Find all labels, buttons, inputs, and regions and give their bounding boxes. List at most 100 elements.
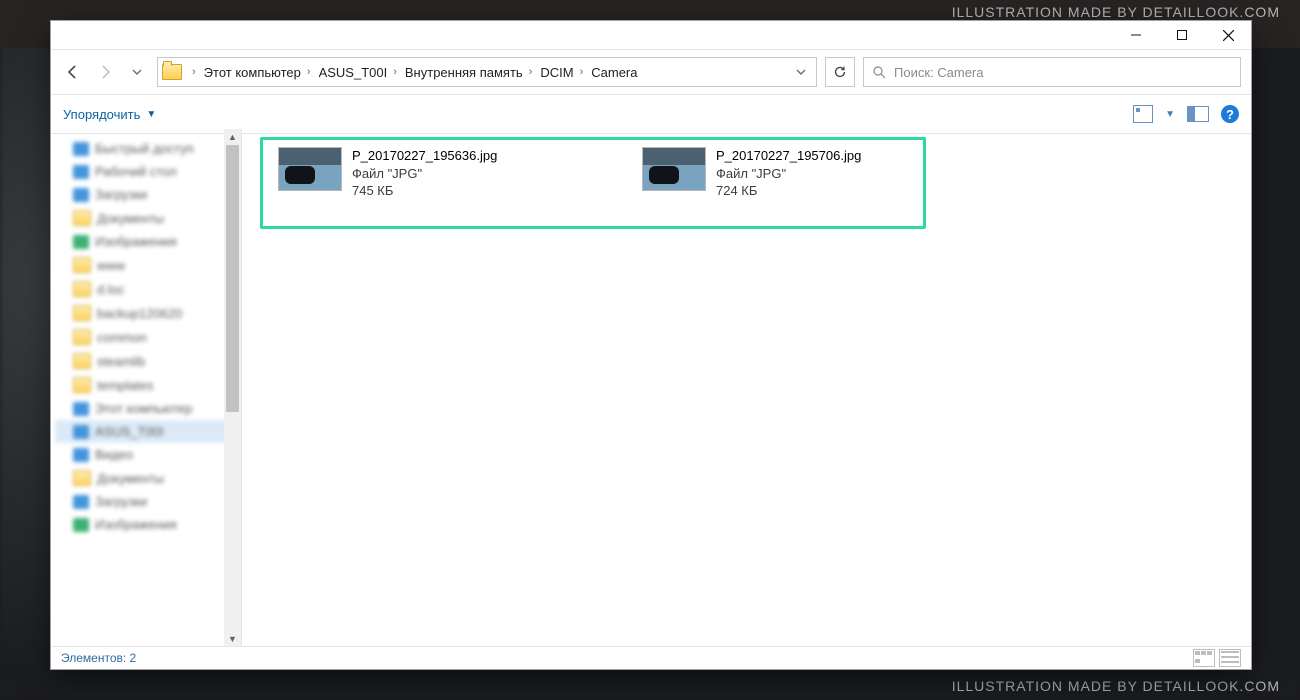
tree-item[interactable]: Загрузки <box>55 183 237 206</box>
breadcrumb-item[interactable]: ASUS_T00I› <box>319 65 403 80</box>
watermark-bottom: ILLUSTRATION MADE BY DETAILLOOK.COM <box>952 678 1280 694</box>
image-thumbnail <box>278 147 342 191</box>
tree-item-icon <box>73 495 89 509</box>
tree-item-icon <box>73 305 91 321</box>
navigation-pane[interactable]: Быстрый доступ Рабочий стол Загрузки Докуме… <box>51 129 242 647</box>
tree-item-label: Быстрый доступ <box>95 141 194 156</box>
tree-item[interactable]: Изображения <box>55 513 237 536</box>
chevron-right-icon: › <box>523 66 539 78</box>
close-button[interactable] <box>1205 21 1251 49</box>
tree-item-icon <box>73 402 89 416</box>
file-type: Файл "JPG" <box>716 165 861 183</box>
scroll-down-button[interactable]: ▼ <box>224 631 241 647</box>
address-bar[interactable]: › Этот компьютер› ASUS_T00I› Внутренняя … <box>157 57 817 87</box>
tree-item[interactable]: www <box>55 253 237 277</box>
tree-item[interactable]: ASUS_T00I <box>55 420 237 443</box>
titlebar[interactable] <box>51 21 1251 50</box>
chevron-right-icon: › <box>574 66 590 78</box>
file-item[interactable]: P_20170227_195706.jpg Файл "JPG" 724 КБ <box>642 147 962 200</box>
chevron-right-icon: › <box>301 66 317 78</box>
tree-item-label: Загрузки <box>95 494 147 509</box>
tree-item-label: Загрузки <box>95 187 147 202</box>
tree-item[interactable]: Документы <box>55 466 237 490</box>
tree-item-icon <box>73 257 91 273</box>
tree-item-label: d.loc <box>97 282 124 297</box>
address-dropdown-button[interactable] <box>790 67 812 77</box>
tree-item[interactable]: Быстрый доступ <box>55 137 237 160</box>
tree-item[interactable]: templates <box>55 373 237 397</box>
tree-item-label: ASUS_T00I <box>95 424 164 439</box>
file-item[interactable]: P_20170227_195636.jpg Файл "JPG" 745 КБ <box>278 147 598 200</box>
view-details-button[interactable] <box>1219 649 1241 667</box>
file-size: 745 КБ <box>352 182 497 200</box>
tree-item-label: www <box>97 258 125 273</box>
tree-item-label: common <box>97 330 147 345</box>
tree-item-icon <box>73 329 91 345</box>
forward-button[interactable] <box>93 60 117 84</box>
tree-item[interactable]: Загрузки <box>55 490 237 513</box>
tree-item-label: Этот компьютер <box>95 401 192 416</box>
tree-item[interactable]: backup120620 <box>55 301 237 325</box>
tree-item-icon <box>73 470 91 486</box>
tree-item-label: Документы <box>97 211 164 226</box>
view-options-button[interactable] <box>1133 105 1153 123</box>
search-icon <box>872 65 886 79</box>
search-placeholder: Поиск: Camera <box>894 65 983 80</box>
breadcrumb-item[interactable]: DCIM› <box>540 65 589 80</box>
tree-item[interactable]: common <box>55 325 237 349</box>
chevron-down-icon: ▼ <box>146 109 156 120</box>
tree-item-label: Изображения <box>95 517 177 532</box>
tree-item-icon <box>73 188 89 202</box>
refresh-button[interactable] <box>825 57 855 87</box>
file-name: P_20170227_195706.jpg <box>716 147 861 165</box>
minimize-button[interactable] <box>1113 21 1159 49</box>
file-list-area[interactable]: P_20170227_195636.jpg Файл "JPG" 745 КБ … <box>242 129 1251 647</box>
tree-item-label: backup120620 <box>97 306 182 321</box>
tree-item[interactable]: Изображения <box>55 230 237 253</box>
recent-locations-button[interactable] <box>125 60 149 84</box>
help-button[interactable]: ? <box>1221 105 1239 123</box>
tree-item-label: Видео <box>95 447 133 462</box>
tree-item-icon <box>73 425 89 439</box>
tree-item[interactable]: steamlib <box>55 349 237 373</box>
search-box[interactable]: Поиск: Camera <box>863 57 1241 87</box>
status-bar: Элементов: 2 <box>51 646 1251 669</box>
breadcrumb-item[interactable]: Camera <box>591 65 637 80</box>
tree-item-icon <box>73 210 91 226</box>
tree-item-label: Изображения <box>95 234 177 249</box>
tree-item-label: templates <box>97 378 153 393</box>
breadcrumb-item[interactable]: Этот компьютер› <box>204 65 317 80</box>
tree-item-label: Документы <box>97 471 164 486</box>
chevron-right-icon: › <box>387 66 403 78</box>
sidebar-scrollbar[interactable]: ▲ ▼ <box>224 129 241 647</box>
maximize-button[interactable] <box>1159 21 1205 49</box>
tree-item-icon <box>73 377 91 393</box>
tree-item[interactable]: d.loc <box>55 277 237 301</box>
folder-icon <box>162 64 182 80</box>
tree-item-icon <box>73 235 89 249</box>
tree-item[interactable]: Видео <box>55 443 237 466</box>
explorer-window: › Этот компьютер› ASUS_T00I› Внутренняя … <box>50 20 1252 670</box>
back-button[interactable] <box>61 60 85 84</box>
tree-item[interactable]: Этот компьютер <box>55 397 237 420</box>
tree-item-icon <box>73 165 89 179</box>
view-tiles-button[interactable] <box>1193 649 1215 667</box>
file-name: P_20170227_195636.jpg <box>352 147 497 165</box>
organize-menu[interactable]: Упорядочить ▼ <box>63 107 156 122</box>
watermark-top: ILLUSTRATION MADE BY DETAILLOOK.COM <box>952 4 1280 20</box>
file-size: 724 КБ <box>716 182 861 200</box>
tree-item[interactable]: Документы <box>55 206 237 230</box>
scroll-up-button[interactable]: ▲ <box>224 129 241 145</box>
tree-item-icon <box>73 142 89 156</box>
tree-item-label: steamlib <box>97 354 145 369</box>
tree-item[interactable]: Рабочий стол <box>55 160 237 183</box>
tree-item-icon <box>73 448 89 462</box>
tree-item-label: Рабочий стол <box>95 164 177 179</box>
preview-pane-button[interactable] <box>1187 106 1209 122</box>
scrollbar-thumb[interactable] <box>226 145 239 412</box>
breadcrumb-item[interactable]: Внутренняя память› <box>405 65 538 80</box>
chevron-right-icon: › <box>186 66 202 78</box>
chevron-down-icon[interactable]: ▼ <box>1165 109 1175 120</box>
tree-item-icon <box>73 518 89 532</box>
tree-item-icon <box>73 353 91 369</box>
